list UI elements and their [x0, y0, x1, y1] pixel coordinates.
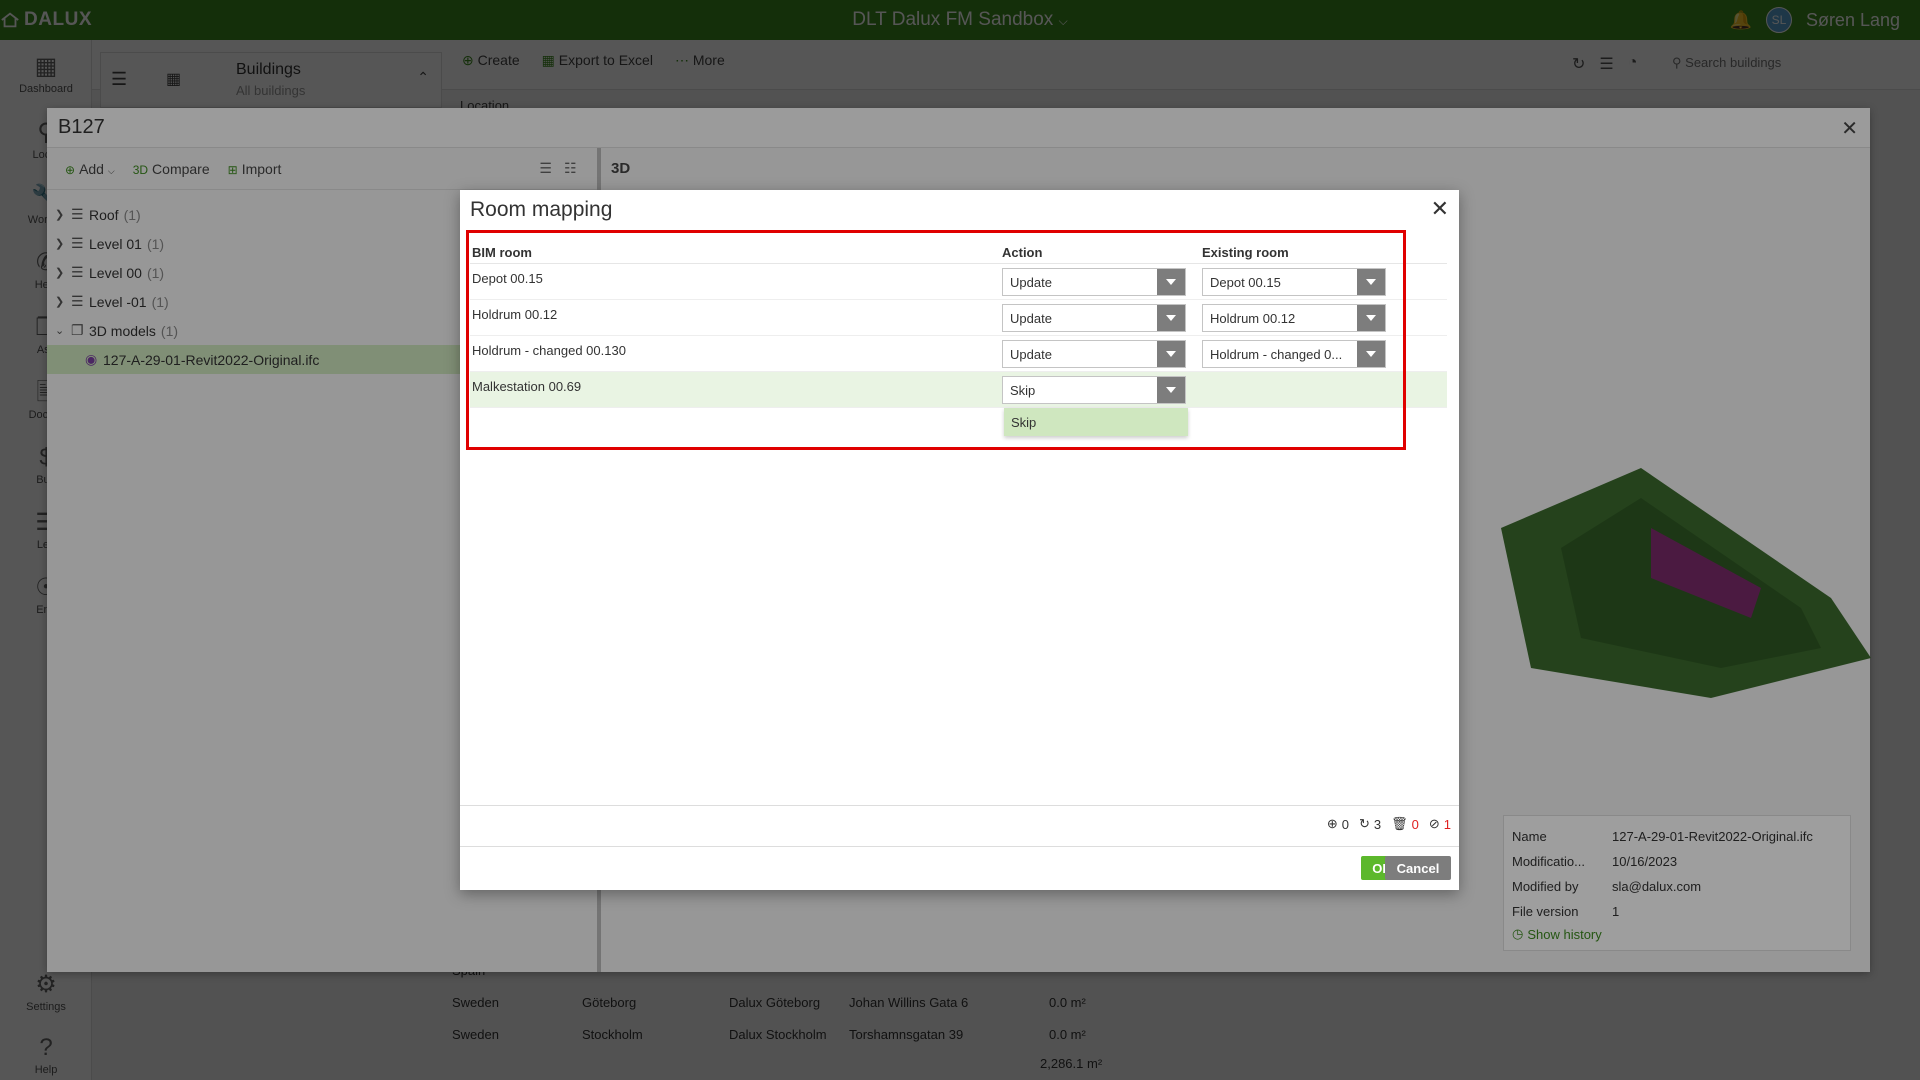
dropdown-arrow-icon[interactable]	[1157, 377, 1185, 403]
divider	[460, 805, 1459, 806]
bim-room-cell: Holdrum - changed 00.130	[472, 343, 626, 358]
action-value: Update	[1010, 274, 1052, 290]
dropdown-arrow-icon[interactable]	[1157, 305, 1185, 331]
added-counter: ⊕ 0	[1327, 816, 1349, 832]
bim-room-cell: Depot 00.15	[472, 271, 543, 286]
action-value: Update	[1010, 310, 1052, 326]
trash-icon: 🗑	[1391, 816, 1408, 831]
action-select[interactable]: Update	[1002, 304, 1186, 332]
updated-counter: ↻ 3	[1359, 816, 1381, 832]
header-existing-room[interactable]: Existing room	[1202, 245, 1447, 260]
existing-room-select[interactable]: Holdrum - changed 0...	[1202, 340, 1386, 368]
dialog-title: Room mapping	[470, 198, 613, 221]
divider	[460, 846, 1459, 847]
close-icon[interactable]: ✕	[1431, 196, 1449, 222]
existing-room-value: Holdrum 00.12	[1210, 310, 1296, 326]
deleted-count: 0	[1411, 816, 1419, 832]
action-dropdown-option-skip[interactable]: Skip	[1004, 408, 1188, 436]
bim-room-cell: Holdrum 00.12	[472, 307, 558, 322]
existing-room-select[interactable]: Holdrum 00.12	[1202, 304, 1386, 332]
dropdown-arrow-icon[interactable]	[1357, 269, 1385, 295]
existing-room-value: Depot 00.15	[1210, 274, 1281, 290]
updated-count: 3	[1373, 816, 1382, 832]
room-mapping-dialog: Room mapping ✕ BIM room Action Existing …	[460, 190, 1459, 890]
mapping-counters: ⊕ 0 ↻ 3 🗑 0 ⊘ 1	[1327, 816, 1451, 832]
grid-header: BIM room Action Existing room	[470, 240, 1447, 264]
header-action[interactable]: Action	[1002, 245, 1202, 260]
cancel-button[interactable]: Cancel	[1385, 856, 1451, 880]
header-bim-room[interactable]: BIM room	[470, 245, 1002, 260]
plus-circle-icon: ⊕	[1326, 816, 1338, 831]
action-select[interactable]: Skip	[1002, 376, 1186, 404]
action-value: Update	[1010, 346, 1052, 362]
action-select[interactable]: Update	[1002, 268, 1186, 296]
dropdown-arrow-icon[interactable]	[1357, 341, 1385, 367]
dropdown-arrow-icon[interactable]	[1157, 341, 1185, 367]
bim-room-cell: Malkestation 00.69	[472, 379, 582, 394]
skipped-counter: ⊘ 1	[1429, 816, 1451, 832]
action-select[interactable]: Update	[1002, 340, 1186, 368]
dropdown-arrow-icon[interactable]	[1157, 269, 1185, 295]
existing-room-select[interactable]: Depot 00.15	[1202, 268, 1386, 296]
table-row[interactable]: Holdrum 00.12 Update Holdrum 00.12	[470, 300, 1447, 336]
added-count: 0	[1341, 816, 1349, 832]
skipped-count: 1	[1443, 816, 1451, 832]
table-row[interactable]: Depot 00.15 Update Depot 00.15	[470, 264, 1447, 300]
table-row[interactable]: Holdrum - changed 00.130 Update Holdrum …	[470, 336, 1447, 372]
room-mapping-grid: BIM room Action Existing room Depot 00.1…	[470, 240, 1447, 408]
refresh-icon: ↻	[1358, 816, 1370, 831]
action-value: Skip	[1010, 382, 1036, 398]
existing-room-value: Holdrum - changed 0...	[1210, 346, 1343, 362]
deleted-counter: 🗑 0	[1391, 816, 1419, 832]
skip-icon: ⊘	[1428, 816, 1440, 831]
table-row-selected[interactable]: Malkestation 00.69 Skip	[470, 372, 1447, 408]
dropdown-arrow-icon[interactable]	[1357, 305, 1385, 331]
